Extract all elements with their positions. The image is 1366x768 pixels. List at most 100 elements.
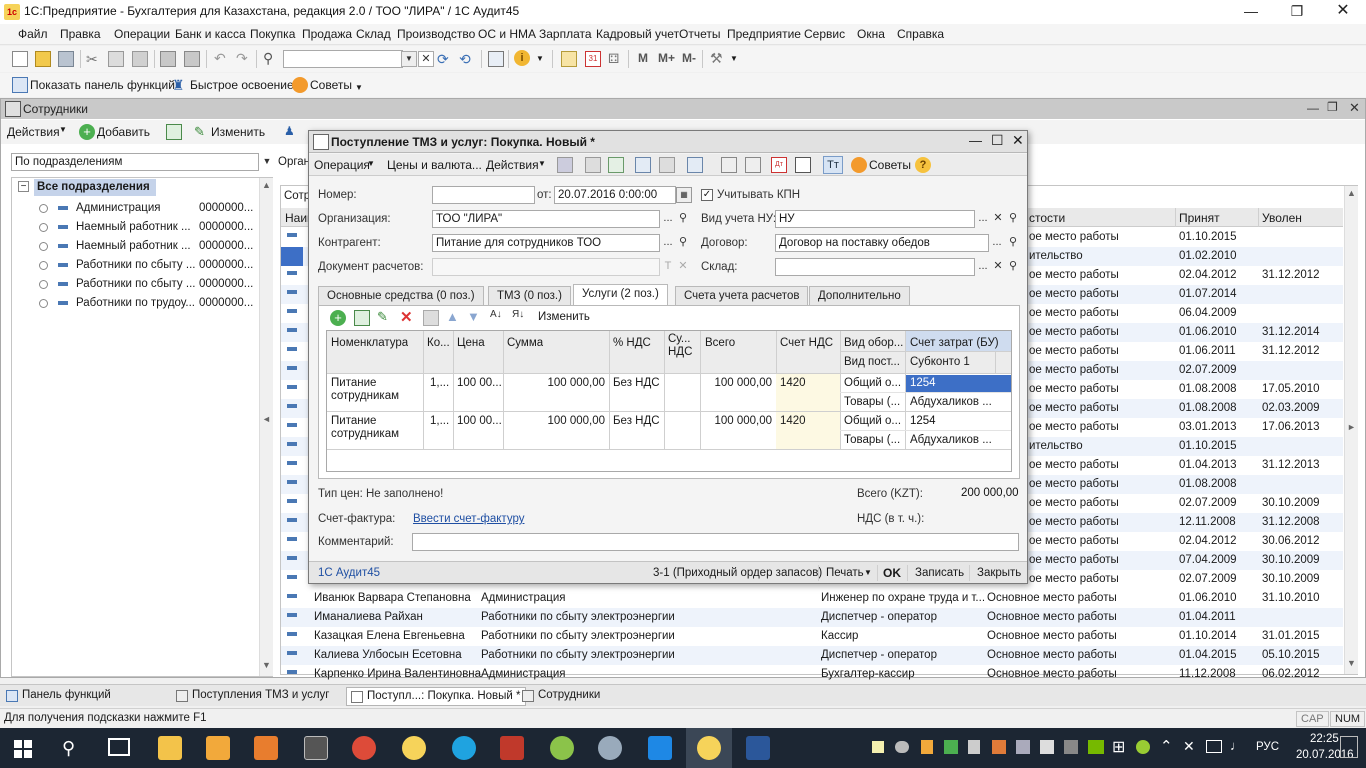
settings-icon[interactable]: ⚒	[710, 50, 726, 66]
comment-field[interactable]	[412, 533, 1019, 551]
tree-root[interactable]: Все подразделения	[37, 181, 150, 193]
cell-total[interactable]: 100 000,00	[714, 415, 772, 427]
user-switch-icon[interactable]: ⚃	[608, 51, 624, 67]
tree-node-name[interactable]: Администрация	[76, 202, 161, 214]
tray-icon-1[interactable]	[872, 741, 884, 753]
grid-end-edit-icon[interactable]	[423, 310, 439, 326]
cell-income-type[interactable]: Товары (...	[844, 396, 900, 408]
calendar-icon[interactable]: 31	[585, 51, 601, 67]
help-icon[interactable]: ?	[915, 157, 931, 173]
col-total[interactable]: Всего	[705, 337, 735, 349]
tree-node-radio-icon[interactable]	[39, 223, 48, 232]
menu-salary[interactable]: Зарплата	[539, 27, 592, 41]
org-select-button[interactable]: ...	[660, 211, 676, 227]
cloud-icon[interactable]	[895, 741, 909, 753]
settlement-doc-field[interactable]	[432, 258, 660, 276]
organization-field[interactable]: ТОО "ЛИРА"	[432, 210, 660, 228]
menu-bank[interactable]: Банк и касса	[175, 27, 246, 41]
tray-icon-8[interactable]	[1040, 740, 1054, 754]
person-icon[interactable]: ♟	[284, 124, 295, 138]
menu-edit[interactable]: Правка	[60, 27, 101, 41]
nu-open-icon[interactable]: ⚲	[1005, 211, 1021, 227]
network-icon[interactable]	[1206, 740, 1222, 753]
move-down-icon[interactable]: ▼	[467, 309, 483, 325]
dialog-maximize-button[interactable]: ☐	[991, 132, 1004, 149]
grid-delete-icon[interactable]: ✕	[400, 308, 416, 326]
employees-restore-button[interactable]: ❐	[1327, 100, 1338, 114]
copy-doc-icon[interactable]	[608, 157, 624, 173]
language-indicator[interactable]: РУС	[1256, 741, 1279, 753]
cell-vat-account[interactable]: 1420	[780, 415, 806, 427]
menu-warehouse[interactable]: Склад	[356, 27, 391, 41]
cell-sum[interactable]: 100 000,00	[547, 415, 605, 427]
cell-cost-account[interactable]: 1254	[910, 377, 936, 389]
quick-start-button[interactable]: Быстрое освоение	[190, 78, 294, 92]
tree-node-name[interactable]: Наемный работник ...	[76, 240, 191, 252]
search-clear-icon[interactable]: ✕	[418, 51, 434, 67]
dialog-tips-button[interactable]: Советы	[869, 158, 911, 172]
paste-icon[interactable]	[132, 51, 148, 67]
clock-time[interactable]: 22:25	[1310, 733, 1339, 745]
warehouse-clear-icon[interactable]: ✕	[990, 259, 1006, 275]
open-icon[interactable]	[35, 51, 51, 67]
dialog-actions-menu[interactable]: Действия	[486, 158, 539, 172]
col-turnover-type[interactable]: Вид обор...	[844, 337, 903, 349]
grid-copy-icon[interactable]	[354, 310, 370, 326]
table-row[interactable]: Иманалиева Райхан Работники по сбыту элек…	[281, 608, 1343, 627]
cell-subkonto[interactable]: Абдухаликов ...	[910, 396, 992, 408]
grid-edit-icon[interactable]: ✎	[377, 309, 393, 325]
filter-dropdown-icon[interactable]: ▼	[259, 154, 275, 170]
operation-menu[interactable]: Операция	[314, 158, 370, 172]
tree-node-name[interactable]: Работники по сбыту ...	[76, 259, 195, 271]
col-cost-account[interactable]: Счет затрат (БУ)	[910, 337, 999, 349]
cell-qty[interactable]: 1,...	[430, 377, 449, 389]
task-purchase-document[interactable]: Поступл...: Покупка. Новый *	[346, 687, 526, 706]
col-price[interactable]: Цена	[457, 337, 485, 349]
teamviewer-icon[interactable]	[648, 736, 672, 760]
show-function-panel-button[interactable]: Показать панель функций	[30, 78, 175, 92]
tray-icon-7[interactable]	[1016, 740, 1030, 754]
menu-enterprise[interactable]: Предприятие	[727, 27, 801, 41]
dialog-close-button[interactable]: ✕	[1012, 132, 1024, 149]
search-input[interactable]	[283, 50, 403, 68]
tree-node-radio-icon[interactable]	[39, 299, 48, 308]
task-function-panel[interactable]: Панель функций	[2, 687, 115, 706]
tray-icon-5[interactable]	[968, 740, 980, 754]
list-scrollbar[interactable]: ▲ ► ▼	[1344, 186, 1358, 674]
calculator-app-icon[interactable]	[304, 736, 328, 760]
volume-icon[interactable]: ♩	[1230, 738, 1243, 753]
outlook-icon[interactable]	[206, 736, 230, 760]
task-employees[interactable]: Сотрудники	[518, 687, 604, 706]
contract-open-icon[interactable]: ⚲	[1005, 235, 1021, 251]
save-button[interactable]: Записать	[915, 567, 964, 579]
find-prev-icon[interactable]: ⟲	[459, 51, 475, 67]
enter-invoice-link[interactable]: Ввести счет-фактуру	[413, 513, 524, 525]
col-subkonto[interactable]: Субконто 1	[910, 356, 970, 368]
security-icon[interactable]	[1064, 740, 1078, 754]
word-icon[interactable]	[746, 736, 770, 760]
1c-app-icon[interactable]	[402, 736, 426, 760]
contractor-select-button[interactable]: ...	[660, 235, 676, 251]
table-row[interactable]: Иванюк Варвара Степановна Администрация Ин…	[281, 589, 1343, 608]
close-dialog-button[interactable]: Закрыть	[977, 567, 1021, 579]
drive-icon[interactable]	[944, 740, 958, 754]
network-grid-icon[interactable]: ⊞	[1112, 737, 1125, 757]
date-field[interactable]: 20.07.2016 0:00:00	[554, 186, 676, 204]
dialog-minimize-button[interactable]: —	[969, 133, 982, 148]
tree-node-name[interactable]: Работники по сбыту ...	[76, 278, 195, 290]
tab-additional[interactable]: Дополнительно	[809, 286, 910, 305]
menu-operations[interactable]: Операции	[114, 27, 170, 41]
memory-button[interactable]: М	[638, 51, 648, 65]
nvidia-icon[interactable]	[1088, 740, 1104, 754]
settlement-type-icon[interactable]: T	[660, 259, 676, 275]
table-row[interactable]: Казацкая Елена Евгеньевна Работники по сб…	[281, 627, 1343, 646]
grid-add-icon[interactable]: +	[330, 310, 346, 326]
tips-dropdown-icon[interactable]: ▼	[355, 83, 371, 99]
explorer-icon[interactable]	[158, 736, 182, 760]
unpost-icon[interactable]	[585, 157, 601, 173]
sort-asc-icon[interactable]: A↓	[490, 309, 506, 325]
print-preview-icon[interactable]	[184, 51, 200, 67]
menu-purchase[interactable]: Покупка	[250, 27, 295, 41]
org-open-icon[interactable]: ⚲	[675, 211, 691, 227]
col-vat-account[interactable]: Счет НДС	[780, 337, 833, 349]
